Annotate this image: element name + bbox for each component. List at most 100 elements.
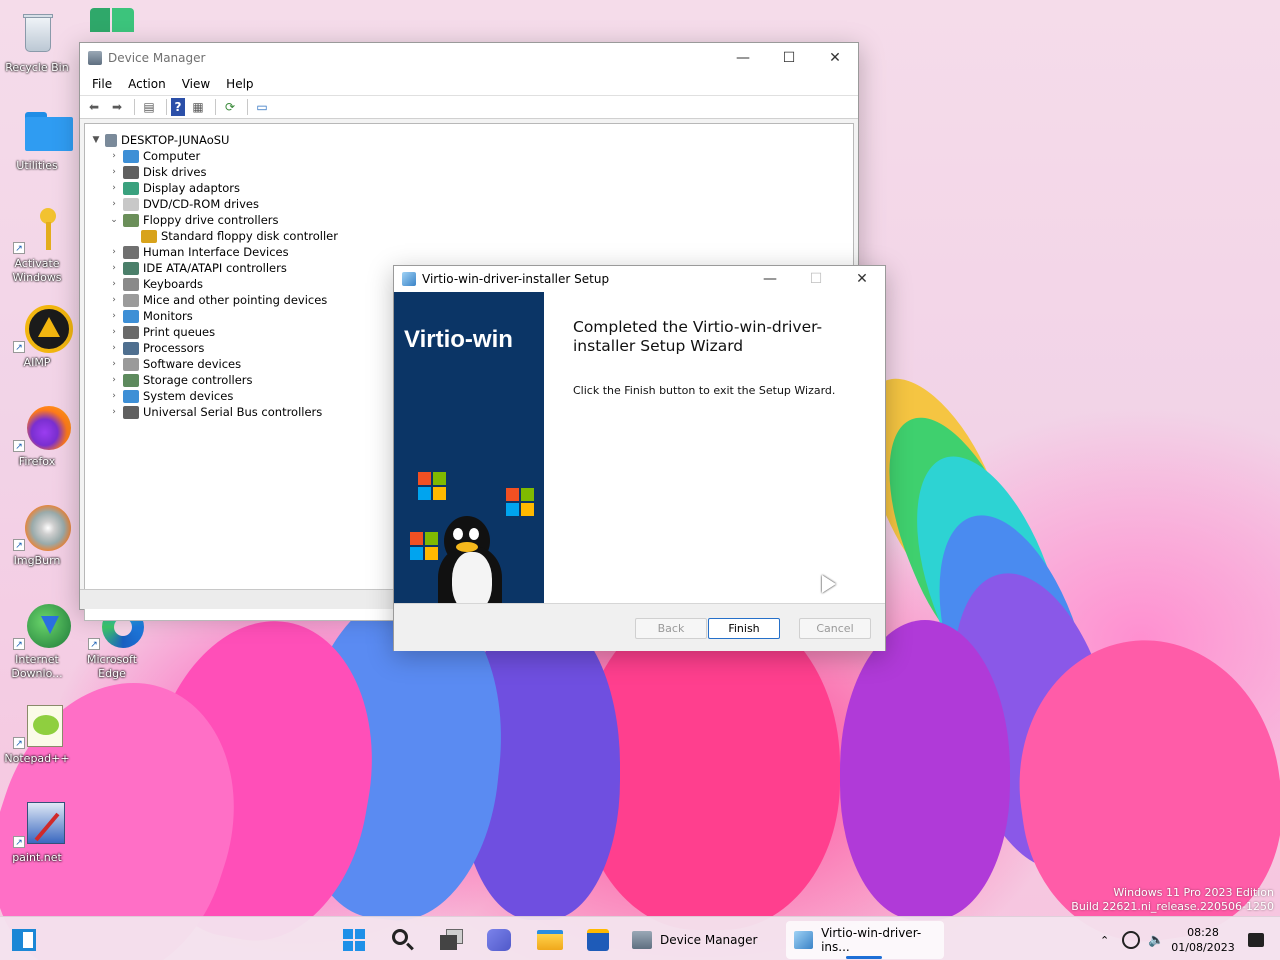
device-category-icon: [123, 357, 139, 371]
chevron-right-icon[interactable]: ›: [107, 151, 121, 161]
tree-item-label: System devices: [143, 389, 234, 403]
forward-arrow-icon[interactable]: ➡: [107, 98, 127, 116]
shortcut-arrow-icon: ↗: [13, 737, 25, 749]
tree-item-label: Human Interface Devices: [143, 245, 289, 259]
chevron-right-icon[interactable]: ›: [107, 311, 121, 321]
finish-button[interactable]: Finish: [708, 618, 780, 639]
desktop-icon-internet-download[interactable]: ↗ Internet Downlo...: [0, 602, 74, 681]
desktop-icon-firefox[interactable]: ↗ Firefox: [0, 404, 74, 469]
clock-date: 01/08/2023: [1171, 941, 1235, 954]
chevron-right-icon[interactable]: ›: [107, 199, 121, 209]
chevron-right-icon[interactable]: ›: [107, 183, 121, 193]
device-category-icon: [123, 373, 139, 387]
toolbar: ⬅ ➡ ▤ ? ▦ ⟳ ▭: [80, 95, 858, 119]
device-category-icon: [123, 293, 139, 307]
tree-child-item[interactable]: Standard floppy disk controller: [107, 228, 853, 244]
chevron-right-icon[interactable]: ›: [107, 359, 121, 369]
toolbar-separator: [166, 99, 167, 115]
desktop-icon-utilities[interactable]: Utilities: [0, 108, 74, 173]
task-view-button[interactable]: [440, 923, 464, 957]
network-button[interactable]: [1122, 923, 1140, 957]
chevron-right-icon[interactable]: ›: [107, 327, 121, 337]
windows-watermark: Windows 11 Pro 2023 Edition Build 22621.…: [1071, 886, 1274, 914]
chevron-down-icon[interactable]: ⌄: [107, 215, 121, 225]
chevron-right-icon[interactable]: ›: [107, 247, 121, 257]
clock[interactable]: 08:28 01/08/2023: [1171, 923, 1235, 957]
volume-button[interactable]: 🔈: [1148, 923, 1164, 957]
tree-category[interactable]: › Disk drives: [107, 164, 853, 180]
desktop-icon-aimp[interactable]: ↗ AIMP: [0, 305, 74, 370]
tree-root[interactable]: ▼ DESKTOP-JUNAoSU: [89, 132, 853, 148]
tree-category[interactable]: ⌄ Floppy drive controllers: [107, 212, 853, 228]
imgburn-icon: ↗: [13, 503, 71, 551]
device-category-icon: [123, 165, 139, 179]
teams-chat-button[interactable]: [487, 923, 511, 957]
clock-time: 08:28: [1187, 926, 1219, 939]
chevron-right-icon[interactable]: ›: [107, 167, 121, 177]
close-button[interactable]: ✕: [812, 43, 858, 73]
desktop-icon-recycle-bin[interactable]: Recycle Bin: [0, 10, 74, 75]
notifications-button[interactable]: [1248, 923, 1264, 957]
device-category-icon: [123, 277, 139, 291]
device-category-icon: [123, 245, 139, 259]
desktop-icon-label: paint.net: [12, 851, 62, 864]
minimize-button[interactable]: —: [720, 43, 766, 73]
chevron-right-icon[interactable]: ›: [107, 391, 121, 401]
close-button[interactable]: ✕: [839, 266, 885, 292]
menu-action[interactable]: Action: [120, 77, 174, 91]
chevron-down-icon[interactable]: ▼: [89, 135, 103, 145]
show-hidden-icons-button[interactable]: ⌃: [1100, 923, 1109, 957]
windows-start-icon: [343, 929, 365, 951]
setup-footer: Back Finish Cancel: [394, 603, 885, 651]
desktop-icon-notepadpp[interactable]: ↗ Notepad++: [0, 701, 74, 766]
menu-file[interactable]: File: [84, 77, 120, 91]
toolbar-separator: [247, 99, 248, 115]
show-hide-console-tree-icon[interactable]: ▤: [139, 98, 159, 116]
taskbar-setup[interactable]: Virtio-win-driver-ins...: [786, 921, 944, 959]
store-button[interactable]: [587, 923, 609, 957]
windows-logo-icon: [506, 488, 534, 516]
back-arrow-icon[interactable]: ⬅: [84, 98, 104, 116]
start-button[interactable]: [343, 923, 365, 957]
help-icon[interactable]: ?: [171, 98, 185, 116]
desktop-icon-activate-windows[interactable]: ↗ Activate Windows: [0, 206, 74, 285]
maximize-button: ☐: [809, 271, 823, 287]
properties-icon[interactable]: ▦: [188, 98, 208, 116]
setup-titlebar[interactable]: Virtio-win-driver-installer Setup — ☐ ✕: [394, 266, 885, 292]
taskbar-device-manager[interactable]: Device Manager: [632, 923, 782, 957]
file-explorer-button[interactable]: [537, 923, 563, 957]
chat-icon: [487, 929, 511, 951]
watermark-edition: Windows 11 Pro 2023 Edition: [1113, 886, 1274, 899]
chevron-right-icon[interactable]: ›: [107, 343, 121, 353]
widgets-icon: [12, 929, 36, 951]
menu-help[interactable]: Help: [218, 77, 261, 91]
setup-dialog[interactable]: Virtio-win-driver-installer Setup — ☐ ✕ …: [393, 265, 886, 651]
completion-heading: Completed the Virtio-win-driver-installe…: [573, 318, 823, 355]
tree-category[interactable]: › Display adaptors: [107, 180, 853, 196]
tree-category[interactable]: › Computer: [107, 148, 853, 164]
chevron-right-icon[interactable]: ›: [107, 279, 121, 289]
widgets-button[interactable]: [12, 923, 36, 957]
monitor-icon[interactable]: ▭: [252, 98, 272, 116]
search-button[interactable]: [391, 923, 415, 957]
tree-category[interactable]: › Human Interface Devices: [107, 244, 853, 260]
desktop-icon-partial[interactable]: [90, 8, 134, 44]
scan-hardware-icon[interactable]: ⟳: [220, 98, 240, 116]
desktop-icon-imgburn[interactable]: ↗ ImgBurn: [0, 503, 74, 568]
desktop-icon-paintnet[interactable]: ↗ paint.net: [0, 800, 74, 865]
tree-item-label: Universal Serial Bus controllers: [143, 405, 323, 419]
tree-item-label: DVD/CD-ROM drives: [143, 197, 259, 211]
chevron-right-icon[interactable]: ›: [107, 375, 121, 385]
chevron-right-icon[interactable]: ›: [107, 295, 121, 305]
tree-item-label: Keyboards: [143, 277, 204, 291]
device-manager-titlebar[interactable]: Device Manager — ☐ ✕: [80, 43, 858, 73]
maximize-button[interactable]: ☐: [766, 43, 812, 73]
chevron-right-icon[interactable]: ›: [107, 407, 121, 417]
minimize-button[interactable]: —: [747, 266, 793, 292]
chevron-right-icon[interactable]: ›: [107, 263, 121, 273]
menu-view[interactable]: View: [174, 77, 218, 91]
folder-icon: [537, 930, 563, 950]
store-icon: [587, 929, 609, 951]
globe-icon: [1122, 931, 1140, 949]
tree-category[interactable]: › DVD/CD-ROM drives: [107, 196, 853, 212]
